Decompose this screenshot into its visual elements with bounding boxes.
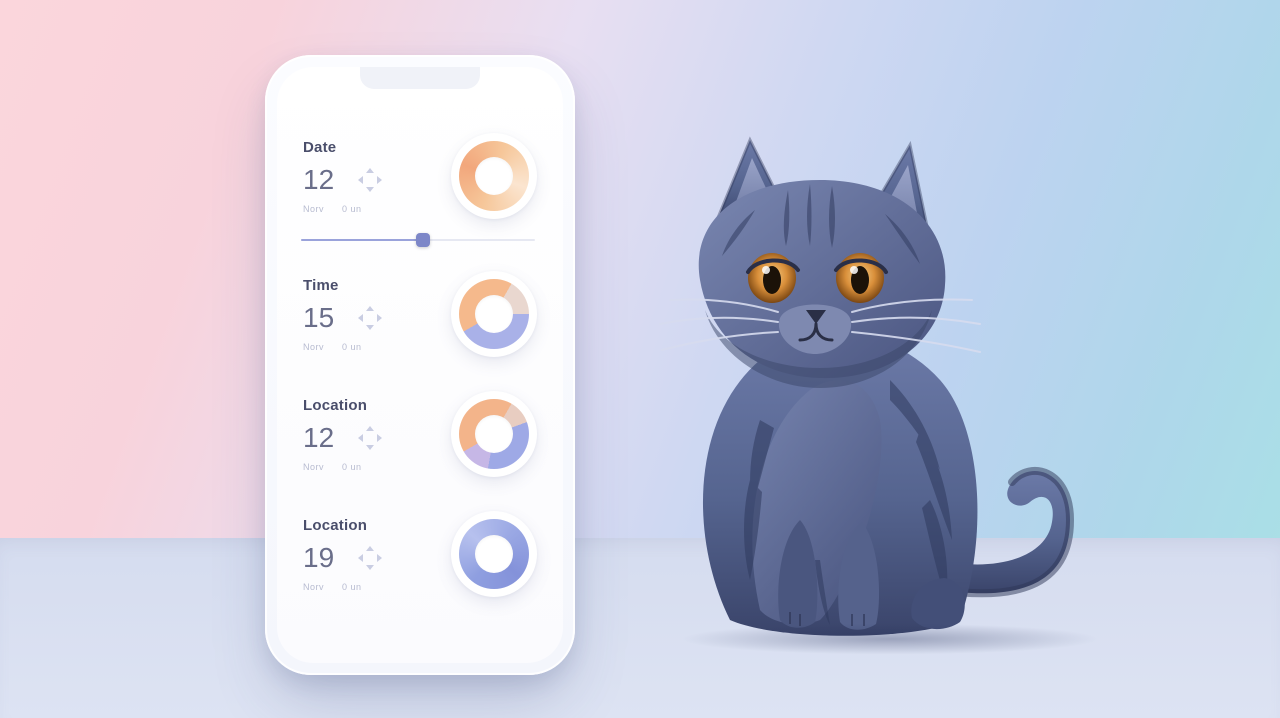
donut-mix-icon	[459, 279, 529, 349]
slider-fill	[301, 239, 423, 241]
card-location-a-sub2: 0 un	[342, 462, 362, 472]
card-location-b-left: Location 19 Norv 0 un	[303, 517, 383, 592]
slider-thumb[interactable]	[416, 233, 430, 247]
card-location-a-value: 12	[303, 424, 343, 452]
card-location-a-sub: Norv 0 un	[303, 462, 383, 472]
card-time-sub2: 0 un	[342, 342, 362, 352]
card-location-b-sub: Norv 0 un	[303, 582, 383, 592]
card-time-title: Time	[303, 277, 383, 294]
stepper-icon[interactable]	[357, 545, 383, 571]
card-time-value-row: 15	[303, 304, 383, 332]
card-time: Time 15 Norv 0 un	[299, 251, 541, 371]
card-time-sub: Norv 0 un	[303, 342, 383, 352]
card-location-a-left: Location 12 Norv 0 un	[303, 397, 383, 472]
card-location-a: Location 12 Norv 0 un	[299, 371, 541, 491]
card-location-a-donut[interactable]	[451, 391, 537, 477]
card-date-left: Date 12 Norv 0 un	[303, 139, 383, 214]
cat-svg	[640, 120, 1080, 680]
card-location-b-donut[interactable]	[451, 511, 537, 597]
stepper-icon[interactable]	[357, 305, 383, 331]
card-date: Date 12 Norv 0 un	[299, 113, 541, 233]
stepper-icon[interactable]	[357, 167, 383, 193]
phone-screen: Date 12 Norv 0 un	[277, 67, 563, 663]
card-location-a-sub1: Norv	[303, 462, 324, 472]
phone-frame: Date 12 Norv 0 un	[265, 55, 575, 675]
card-location-b-title: Location	[303, 517, 383, 534]
cat-shadow	[680, 623, 1100, 655]
card-location-b-sub2: 0 un	[342, 582, 362, 592]
donut-blue-icon	[459, 519, 529, 589]
progress-slider[interactable]	[301, 235, 535, 245]
card-location-b-value-row: 19	[303, 544, 383, 572]
card-date-value-row: 12	[303, 166, 383, 194]
donut-orange-icon	[459, 141, 529, 211]
card-location-b-sub1: Norv	[303, 582, 324, 592]
card-location-b: Location 19 Norv 0 un	[299, 491, 541, 611]
stepper-icon[interactable]	[357, 425, 383, 451]
card-date-donut[interactable]	[451, 133, 537, 219]
card-date-sub: Norv 0 un	[303, 204, 383, 214]
card-date-title: Date	[303, 139, 383, 156]
card-time-value: 15	[303, 304, 343, 332]
card-date-sub1: Norv	[303, 204, 324, 214]
card-time-donut[interactable]	[451, 271, 537, 357]
card-time-left: Time 15 Norv 0 un	[303, 277, 383, 352]
card-location-b-value: 19	[303, 544, 343, 572]
cat-illustration	[640, 120, 1080, 680]
scene: Date 12 Norv 0 un	[0, 0, 1280, 718]
card-location-a-value-row: 12	[303, 424, 383, 452]
card-date-sub2: 0 un	[342, 204, 362, 214]
donut-mix-icon	[459, 399, 529, 469]
card-date-value: 12	[303, 166, 343, 194]
phone-notch	[360, 67, 480, 89]
card-time-sub1: Norv	[303, 342, 324, 352]
card-location-a-title: Location	[303, 397, 383, 414]
